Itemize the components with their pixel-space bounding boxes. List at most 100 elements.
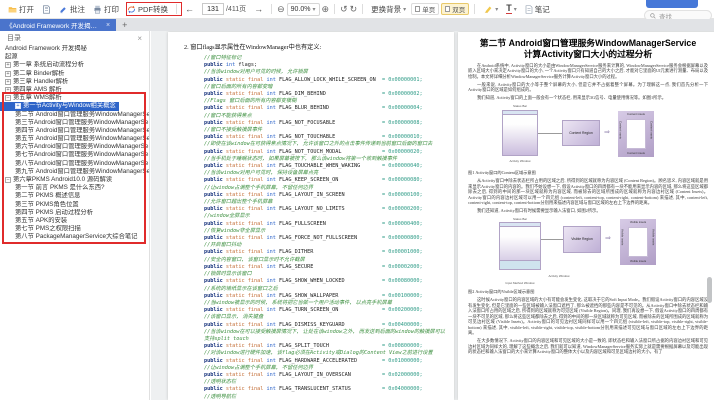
note-button[interactable]: 笔记 [522,2,553,17]
code-comment-line: //窗口后面的所有内容都变暗 [204,84,446,91]
code-comment-line: //对该window进行硬件加速, 该flag必须在Activity或Dialo… [204,350,446,357]
sidebar-item[interactable]: 第九节 Android窗口管理服务WindowManagerSe [0,168,150,176]
sidebar-item-label: 第三节Android窗口管理服务WindowManagerSe [15,119,148,127]
pdf-reader-window: 打开 批注 打印 PDF转换 ← 131 /411页 → ⊖ 90.0% ▾ [0,0,714,400]
figure-label-inset-right: Content insets [650,121,654,147]
figure-connector-line [541,239,563,240]
scrollbar-thumb[interactable] [707,277,712,303]
annotate-pen-icon [59,5,68,14]
code-line: public static final int FLAG_SPLIT_TOUCH… [204,343,446,350]
sidebar-item[interactable]: 第四节 PKMS 启动过程分析 [0,209,96,217]
sidebar-item[interactable]: 第一节 前言 PKMS 是什么东西? [0,184,108,192]
sidebar-item[interactable]: 第六节Android窗口管理服务WindowManagerSe [0,143,150,151]
highlighter-button[interactable]: ▾ [480,2,501,17]
highlighter-icon [483,4,493,14]
figure-1: Status Bar Activity Window Content Regio… [468,104,708,168]
figure-2: Status Bar Activity Window Input Method … [468,217,708,287]
annotate-button[interactable]: 批注 [56,2,88,17]
code-comment-line: //窗口不接受触摸屏事件 [204,127,446,134]
sidebar-item[interactable]: 第七节Android窗口管理服务WindowManagerSe [0,151,150,159]
figure-arrow-icon: ⇒ [605,235,611,242]
code-comment-line: //恢复window非全屏显示 [204,228,446,235]
sidebar-item[interactable]: +第二章 Binder解析 [0,70,67,78]
sidebar-item-label: 第一节 前言 PKMS 是什么东西? [15,184,105,192]
sidebar-item[interactable]: 第三节Android窗口管理服务WindowManagerSe [0,119,150,127]
single-page-icon [415,6,420,12]
figure-label-inset-bottom: Visible insets [620,259,656,263]
expand-icon[interactable]: + [5,71,11,77]
chevron-down-icon: ▾ [313,6,316,13]
sidebar-item[interactable]: 起源 [0,53,21,61]
document-viewport[interactable]: 2. 窗口flags显示属性在WindowManager中也有定义: //窗口特… [151,31,714,400]
expand-icon[interactable]: + [5,62,11,68]
sidebar-item[interactable]: 第三节 PKMS角色位置 [0,201,82,209]
sidebar-item[interactable]: Android Framework 开发揭秘 [0,45,90,53]
print-button[interactable]: 打印 [90,2,122,17]
zoom-out-icon[interactable]: ⊖ [277,5,285,14]
sidebar-item[interactable]: +第三章 Handler解析 [0,78,71,86]
sidebar-item[interactable]: 第二节 PKMS 概述信息 [0,192,83,200]
collapse-icon[interactable]: − [5,177,11,183]
code-comment-line: //窗口不能获得焦点 [204,113,446,120]
toolbar: 打开 批注 打印 PDF转换 ← 131 /411页 → ⊖ 90.0% ▾ [0,0,714,19]
next-page-button[interactable]: → [251,4,266,14]
collapse-icon[interactable]: − [5,95,11,101]
sidebar-item[interactable]: +第四章 AMS 解析 [0,86,65,94]
sidebar-item[interactable]: 第二节 Android窗口管理服务WindowManagerSe [0,111,150,119]
rotate-right-icon[interactable]: ↻ [350,5,358,14]
article-paragraph: 从Activity窗口中除去状态栏所占用的区域之后, 所得到的区域就称为内容区域… [468,178,708,206]
sidebar-item[interactable]: −第五章 WMS解析 [0,94,65,102]
sidebar-item[interactable]: 第五节 APK的安装 [0,217,70,225]
expand-icon[interactable]: + [15,103,21,109]
double-page-toggle[interactable]: 双页 [441,3,469,15]
sidebar-close-icon[interactable]: × [137,34,142,43]
search-icon [650,13,656,19]
figure-label-activity-window: Activity Window [534,274,584,278]
code-line: public static final int FLAG_LAYOUT_NO_L… [204,206,446,213]
zoom-level-dropdown[interactable]: 90.0% ▾ [287,3,320,16]
zoom-in-icon[interactable]: ⊕ [322,5,330,14]
sidebar-item[interactable]: 第七节 PMS之权限扫描 [0,225,84,233]
new-tab-button[interactable]: + [116,19,133,31]
code-line: public static final int FLAG_SECURE= 0x0… [204,264,446,271]
sidebar-item[interactable]: 第五节 Android窗口管理服务WindowManagerSe [0,135,150,143]
sidebar-item[interactable]: +第一节Activity与Window相关概念 [0,102,119,110]
sidebar-item[interactable]: 第八节Android窗口管理服务WindowManagerSe [0,160,150,168]
expand-icon[interactable]: + [5,79,11,85]
open-button[interactable]: 打开 [5,2,37,17]
code-comment-line: //当window被显示的时候, 系统将把它当做一个用户活动事件, 以点亮手机屏… [204,300,446,307]
prev-page-button[interactable]: ← [182,4,197,14]
tab-close-icon[interactable]: × [106,22,110,29]
sidebar-item-label: 第八节Android窗口管理服务WindowManagerSe [15,160,148,168]
code-line: public static final int FLAG_FORCE_NOT_F… [204,235,446,242]
sidebar-item-label: 第九节 Android窗口管理服务WindowManagerSe [15,168,150,176]
note-page-icon [525,5,533,14]
figure-label-inset-top: Visible insets [620,220,656,224]
page-number-group: 131 /411页 [199,1,249,17]
insert-text-button[interactable]: T ▾ [503,2,520,17]
sidebar-item[interactable]: −第六章PKMS Android10.0 源码解读 [0,176,115,184]
pdf-convert-label: PDF转换 [138,4,168,15]
figure-input-method-strip [500,260,540,269]
figure-frame-hole [626,119,646,149]
page-number-input[interactable]: 131 [202,3,224,15]
bookmarks-sidebar: 目录 × Android Framework 开发揭秘起源+第一章 系统启动流程… [0,31,150,400]
figure-label-inset-left: Visible insets [621,229,625,255]
expand-icon[interactable]: + [5,87,11,93]
top-right-cut-button[interactable] [646,0,698,8]
code-comment-line: //允许窗口超出整个手机屏幕 [204,199,446,206]
sidebar-item[interactable]: 第四节 Android窗口管理服务WindowManagerSe [0,127,150,135]
document-tab-active[interactable]: 《Android Framework 开发揭秘》 × [0,19,116,31]
pdf-convert-button[interactable]: PDF转换 [124,2,171,17]
code-line: public static final int FLAG_NOT_TOUCHAB… [204,134,446,141]
code-comment-line: //透明导航栏 [204,394,446,400]
sidebar-item-label: 第八节 PackageManagerService大综合笔记 [15,233,137,241]
sidebar-item[interactable]: +第一章 系统启动流程分析 [0,61,87,69]
background-menu-button[interactable]: 更换背景 ▾ [368,2,409,17]
open-folder-icon [8,5,17,14]
figure-label-inset-bottom: Content insets [618,151,654,155]
save-button[interactable] [39,2,54,17]
sidebar-item[interactable]: 第八节 PackageManagerService大综合笔记 [0,233,140,241]
single-page-toggle[interactable]: 单页 [411,3,439,15]
rotate-left-icon[interactable]: ↺ [340,5,348,14]
